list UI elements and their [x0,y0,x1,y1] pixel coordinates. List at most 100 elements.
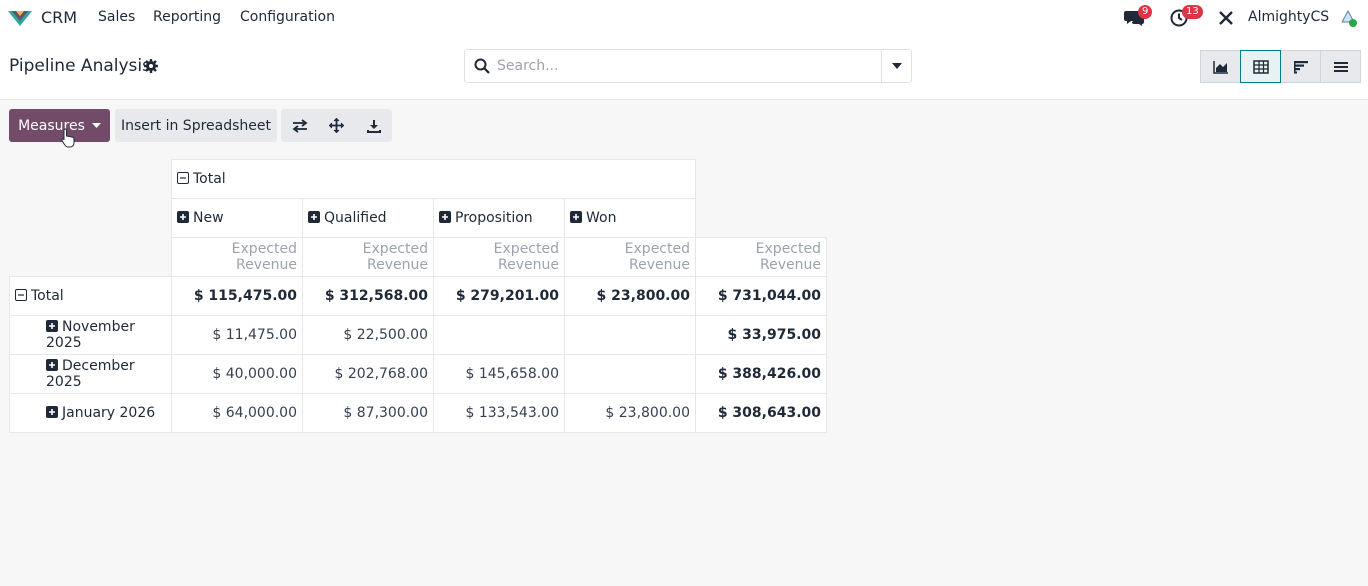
plus-square-icon [308,211,320,223]
plus-square-icon [570,211,582,223]
view-switcher [1200,50,1361,83]
table-cell[interactable]: $ 23,800.00 [564,276,696,316]
row-header[interactable]: January 2026 [9,393,172,433]
activities-menu[interactable]: 13 [1170,0,1206,36]
col-header-qualified[interactable]: Qualified [302,198,434,238]
table-cell[interactable]: $ 731,044.00 [695,276,827,316]
plus-square-icon [46,406,58,418]
insert-spreadsheet-button[interactable]: Insert in Spreadsheet [115,109,277,142]
debug-tools[interactable] [1218,0,1236,36]
col-header-label: Qualified [324,210,387,226]
minus-square-icon [177,172,189,184]
pivot-corner [10,160,172,277]
cohort-view-button[interactable] [1280,50,1321,83]
exchange-icon [292,118,307,133]
row-header-total[interactable]: Total [9,276,172,316]
table-cell[interactable]: $ 312,568.00 [302,276,434,316]
measure-header[interactable]: Expected Revenue [695,237,827,277]
table-cell[interactable]: $ 33,975.00 [695,315,827,355]
activities-badge: 13 [1182,5,1203,19]
user-avatar[interactable] [1338,8,1358,28]
mouse-pointer-icon [61,128,75,148]
table-cell[interactable]: $ 133,543.00 [433,393,565,433]
pivot-view-button[interactable] [1240,50,1281,83]
row-header[interactable]: December 2025 [9,354,172,394]
page-title: Pipeline Analysis [9,56,151,76]
gear-icon[interactable] [143,58,159,74]
table-cell[interactable]: $ 115,475.00 [171,276,303,316]
table-cell[interactable]: $ 11,475.00 [171,315,303,355]
company-switcher[interactable]: AlmightyCS [1248,9,1329,25]
plus-square-icon [46,320,58,332]
tools-icon [1219,11,1233,25]
table-cell[interactable] [433,315,565,355]
menu-configuration[interactable]: Configuration [240,9,335,25]
table-cell[interactable]: $ 279,201.00 [433,276,565,316]
row-header-total-label: Total [31,288,64,304]
graph-view-button[interactable] [1200,50,1241,83]
search-input[interactable] [497,50,877,82]
table-cell[interactable]: $ 23,800.00 [564,393,696,433]
menu-reporting[interactable]: Reporting [153,9,221,25]
table-row-total: Total $ 115,475.00 $ 312,568.00 $ 279,20… [9,276,827,316]
list-view-button[interactable] [1320,50,1361,83]
col-header-proposition[interactable]: Proposition [433,198,565,238]
col-header-won[interactable]: Won [564,198,696,238]
table-cell[interactable] [564,315,696,355]
col-header-label: Proposition [455,210,533,226]
table-cell[interactable] [564,354,696,394]
col-header-total-label: Total [193,171,226,187]
plus-square-icon [177,211,189,223]
table-cell[interactable]: $ 40,000.00 [171,354,303,394]
search-bar [464,49,912,83]
plus-square-icon [46,359,58,371]
messages-badge: 9 [1138,5,1153,19]
measure-header[interactable]: Expected Revenue [433,237,565,277]
table-cell[interactable]: $ 64,000.00 [171,393,303,433]
measure-header[interactable]: Expected Revenue [302,237,434,277]
menu-sales[interactable]: Sales [98,9,135,25]
table-cell[interactable]: $ 22,500.00 [302,315,434,355]
table-cell[interactable]: $ 308,643.00 [695,393,827,433]
row-header-label: December 2025 [46,358,135,390]
download-icon [366,119,381,133]
row-header-label: January 2026 [62,405,156,421]
flip-axis-button[interactable] [281,109,318,142]
caret-down-icon [891,63,902,69]
list-icon [1333,61,1348,72]
table-icon [1252,59,1269,74]
pivot-table: Total New Qualified Proposition Won Expe… [9,159,827,433]
messages-menu[interactable]: 9 [1124,0,1154,36]
download-button[interactable] [355,109,392,142]
search-options-toggle[interactable] [881,50,911,82]
app-name[interactable]: CRM [41,8,77,27]
col-header-label: New [193,210,224,226]
measure-header[interactable]: Expected Revenue [171,237,303,277]
col-header-new[interactable]: New [171,198,303,238]
table-row: January 2026 $ 64,000.00 $ 87,300.00 $ 1… [9,393,827,433]
measure-header[interactable]: Expected Revenue [564,237,696,277]
table-cell[interactable]: $ 87,300.00 [302,393,434,433]
row-header[interactable]: November 2025 [9,315,172,355]
arrows-expand-icon [329,118,344,133]
row-header-label: November 2025 [46,319,135,351]
table-row: November 2025 $ 11,475.00 $ 22,500.00 $ … [9,315,827,355]
control-panel: Pipeline Analysis [0,36,1368,100]
crm-logo-icon[interactable] [7,8,33,28]
col-header-label: Won [586,210,617,226]
insert-spreadsheet-label: Insert in Spreadsheet [120,117,271,134]
plus-square-icon [439,211,451,223]
table-cell[interactable]: $ 388,426.00 [695,354,827,394]
minus-square-icon [15,289,27,301]
search-icon [474,58,490,74]
bars-left-icon [1293,60,1308,73]
caret-down-icon [91,123,101,128]
area-chart-icon [1212,60,1228,74]
top-navbar: CRM Sales Reporting Configuration 9 13 A… [0,0,1368,36]
table-row: December 2025 $ 40,000.00 $ 202,768.00 $… [9,354,827,394]
table-cell[interactable]: $ 202,768.00 [302,354,434,394]
pivot-actions-group [281,109,392,142]
table-cell[interactable]: $ 145,658.00 [433,354,565,394]
expand-all-button[interactable] [318,109,355,142]
col-header-total[interactable]: Total [171,159,696,199]
